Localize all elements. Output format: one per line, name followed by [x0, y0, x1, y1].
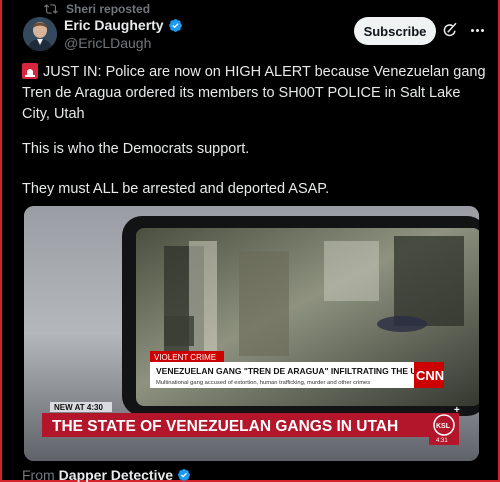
- repost-icon: [44, 4, 58, 14]
- cnn-subline: Multinational gang accused of extortion,…: [156, 380, 370, 386]
- grok-icon[interactable]: [441, 21, 459, 39]
- source-name[interactable]: Dapper Detective: [59, 467, 173, 482]
- ksl-clock: 4:31: [436, 438, 448, 444]
- cnn-logo: CNN: [416, 368, 444, 383]
- ksl-headline: THE STATE OF VENEZUELAN GANGS IN UTAH: [52, 418, 398, 435]
- repost-indicator[interactable]: Sheri reposted: [44, 2, 150, 16]
- author-name[interactable]: Eric Daugherty: [64, 17, 164, 33]
- avatar-image: [23, 17, 57, 51]
- author-handle[interactable]: @EricLDaugh: [64, 35, 183, 51]
- cnn-headline: VENEZUELAN GANG "TREN DE ARAGUA" INFILTR…: [156, 366, 427, 376]
- post-paragraph-1: JUST IN: Police are now on HIGH ALERT be…: [22, 62, 492, 125]
- siren-emoji-icon: [22, 63, 38, 79]
- ksl-logo: KSL: [436, 423, 451, 430]
- repost-label: Sheri reposted: [66, 2, 151, 16]
- post-paragraph-2: This is who the Democrats support.: [22, 141, 250, 157]
- cnn-tag: VIOLENT CRIME: [154, 353, 216, 362]
- more-options-icon[interactable]: [467, 20, 487, 40]
- news-video-thumbnail: VIOLENT CRIME VENEZUELAN GANG "TREN DE A…: [24, 206, 479, 461]
- author-block[interactable]: Eric Daugherty @EricLDaugh: [64, 17, 183, 51]
- ksl-time-label: NEW AT 4:30: [54, 403, 103, 412]
- post-text-1: JUST IN: Police are now on HIGH ALERT be…: [22, 64, 486, 122]
- post-paragraph-3: They must ALL be arrested and deported A…: [22, 181, 330, 197]
- post-media[interactable]: VIOLENT CRIME VENEZUELAN GANG "TREN DE A…: [24, 206, 479, 461]
- subscribe-button[interactable]: Subscribe: [354, 17, 436, 45]
- avatar[interactable]: [23, 17, 57, 51]
- source-verified-icon: [178, 469, 191, 481]
- verified-badge-icon: [168, 18, 182, 32]
- from-label: From: [22, 467, 55, 482]
- svg-text:+: +: [454, 405, 460, 416]
- media-source[interactable]: From Dapper Detective: [22, 467, 191, 482]
